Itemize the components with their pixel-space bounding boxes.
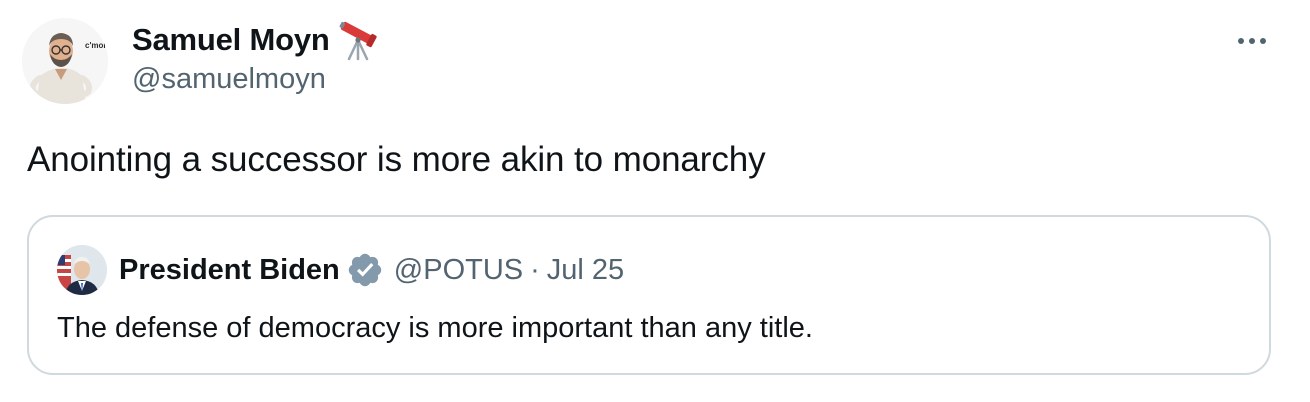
quoted-text: The defense of democracy is more importa… — [57, 312, 813, 344]
quoted-avatar[interactable] — [57, 245, 107, 295]
more-dot — [1260, 38, 1266, 44]
telescope-icon — [336, 18, 380, 62]
tweet-text: Anointing a successor is more akin to mo… — [27, 140, 766, 179]
avatar-caption: c'mon. — [85, 41, 108, 50]
quoted-tweet[interactable]: President Biden @POTUS · Jul 25 The defe… — [27, 215, 1271, 375]
author-handle[interactable]: @samuelmoyn — [132, 63, 326, 96]
more-dot — [1238, 38, 1244, 44]
quoted-display-name[interactable]: President Biden — [119, 254, 340, 287]
quoted-separator: · — [530, 253, 540, 286]
author-avatar[interactable]: c'mon. — [22, 18, 108, 104]
tweet-card: c'mon. Samuel Moyn @samuelmoyn Anointing… — [0, 0, 1310, 402]
author-name-row: Samuel Moyn — [132, 18, 380, 62]
more-options-icon[interactable] — [1232, 26, 1272, 56]
avatar-image: c'mon. — [22, 18, 108, 104]
quoted-handle[interactable]: @POTUS — [394, 254, 523, 287]
quoted-header: President Biden @POTUS · Jul 25 — [119, 251, 624, 289]
author-display-name[interactable]: Samuel Moyn — [132, 22, 330, 58]
verified-badge-icon[interactable] — [346, 251, 384, 289]
quoted-date[interactable]: Jul 25 — [547, 254, 624, 287]
quoted-avatar-image — [57, 245, 107, 295]
more-dot — [1249, 38, 1255, 44]
